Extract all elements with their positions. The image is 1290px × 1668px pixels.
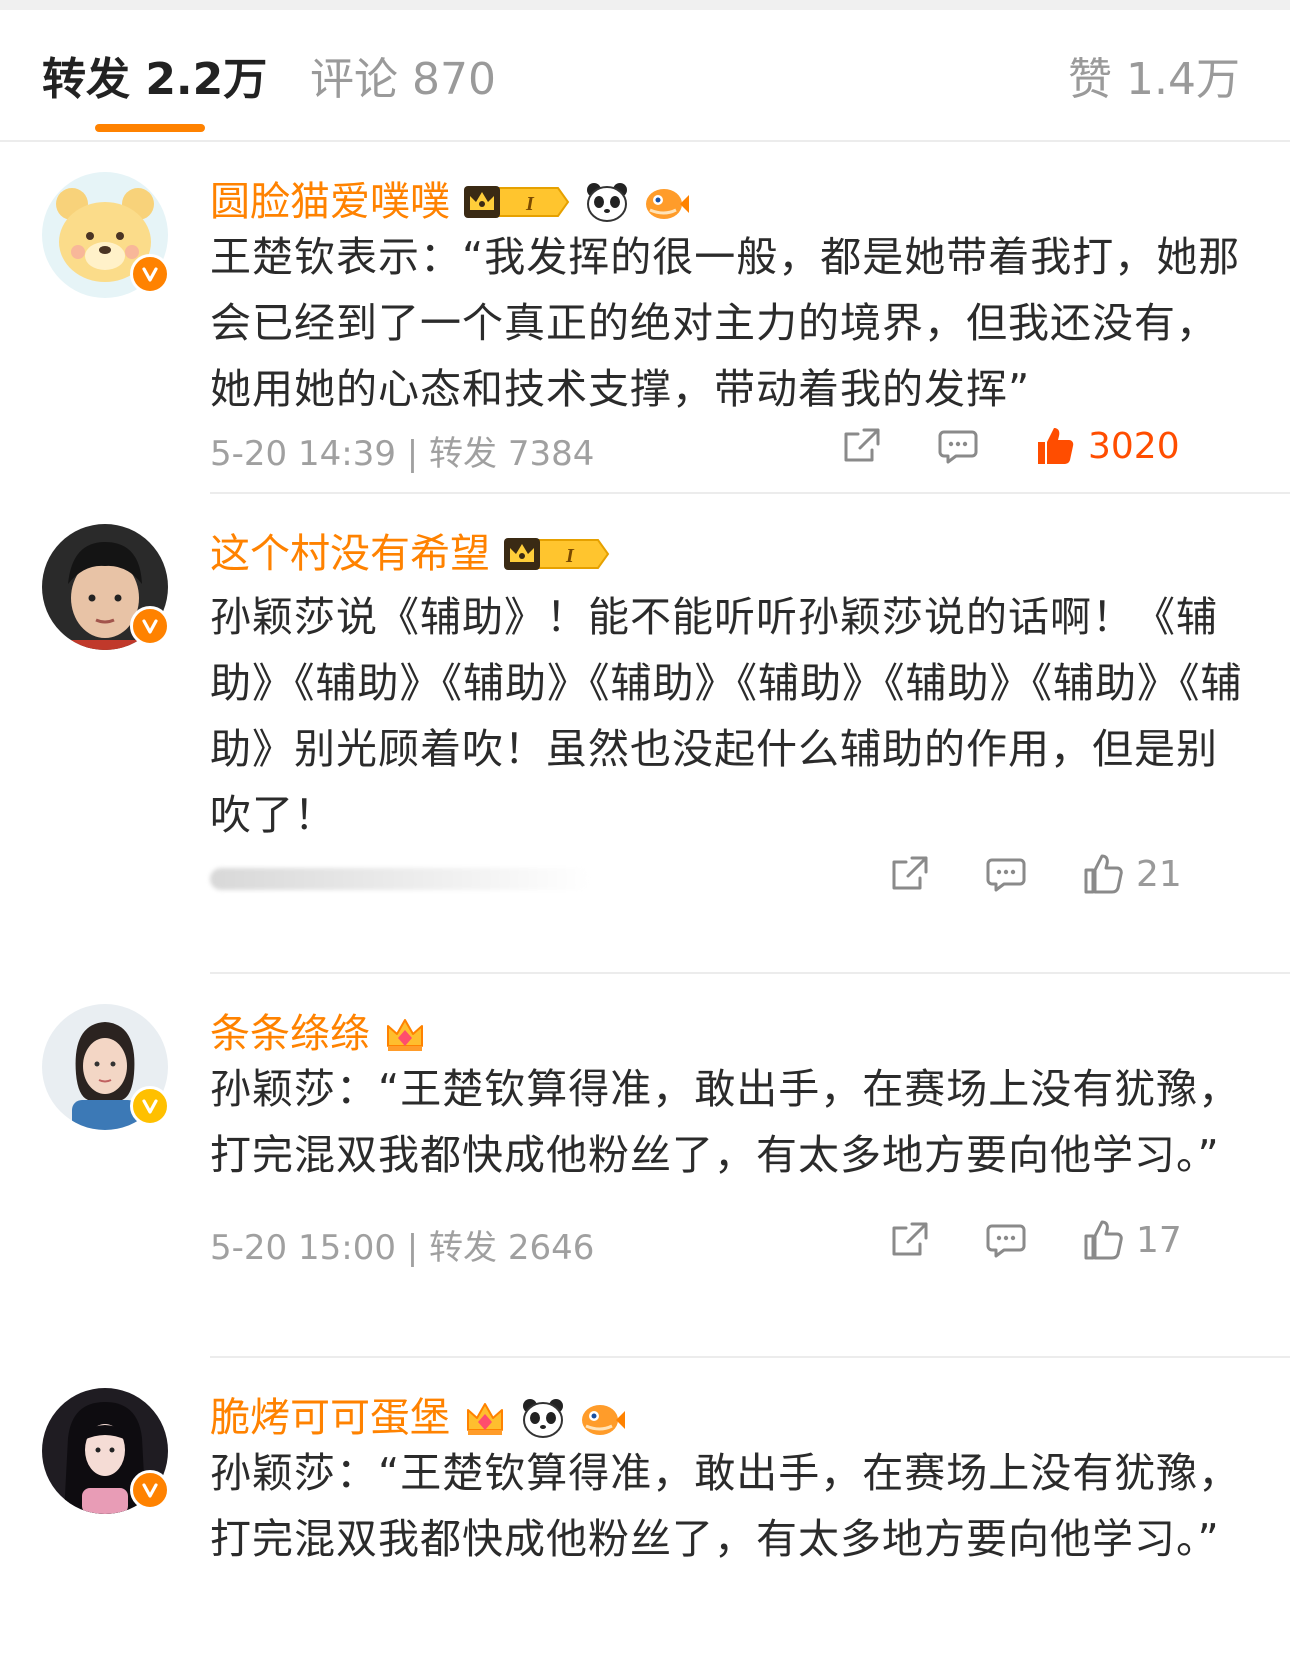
username[interactable]: 脆烤可可蛋堡	[210, 1390, 450, 1446]
comment-meta: 5-20 15:00 | 转发 2646 17	[210, 1212, 1245, 1272]
share-icon	[892, 856, 928, 890]
verified-badge-icon	[130, 254, 170, 294]
reply-button[interactable]	[936, 422, 980, 470]
like-count: 3020	[1088, 425, 1180, 467]
blurred-meta	[210, 868, 590, 890]
like-button[interactable]: 3020	[1032, 422, 1180, 470]
username[interactable]: 这个村没有希望	[210, 526, 490, 582]
panda-icon	[520, 1394, 566, 1442]
comment-meta: 21	[210, 846, 1245, 906]
like-button[interactable]: 21	[1080, 850, 1182, 898]
divider	[210, 972, 1290, 974]
like-button[interactable]: 17	[1080, 1216, 1182, 1264]
comment-text: 孙颖莎：“王楚钦算得准，敢出手，在赛场上没有犹豫，打完混双我都快成他粉丝了，有太…	[210, 1449, 1241, 1563]
status-strip	[0, 0, 1290, 10]
timestamp-repost-count: 5-20 15:00 | 转发 2646	[210, 1228, 595, 1268]
tab-repost[interactable]: 转发 2.2万	[42, 52, 267, 108]
username[interactable]: 条条绦绦	[210, 1006, 370, 1062]
tab-bar: 转发 2.2万 评论 870 赞 1.4万	[0, 10, 1290, 142]
comment-text: 孙颖莎说《辅助》！能不能听听孙颖莎说的话啊！《辅助》《辅助》《辅助》《辅助》《辅…	[210, 593, 1243, 839]
timestamp-repost-count: 5-20 14:39 | 转发 7384	[210, 434, 595, 474]
share-icon	[892, 1222, 928, 1256]
verified-badge-icon	[130, 606, 170, 646]
avatar[interactable]	[42, 1004, 170, 1130]
svg-text:I: I	[525, 193, 535, 215]
share-button[interactable]	[888, 1216, 932, 1264]
avatar[interactable]	[42, 172, 170, 298]
tab-comments[interactable]: 评论 870	[310, 52, 496, 108]
verified-badge-icon	[130, 1470, 170, 1510]
avatar[interactable]	[42, 524, 170, 650]
tab-likes[interactable]: 赞 1.4万	[1068, 52, 1240, 108]
share-button[interactable]	[840, 422, 884, 470]
like-count: 17	[1136, 1219, 1182, 1261]
comment-meta: 5-20 14:39 | 转发 7384 3020	[210, 418, 1245, 478]
comment-icon	[986, 858, 1026, 892]
comment-text: 王楚钦表示：“我发挥的很一般，都是她带着我打，她那会已经到了一个真正的绝对主力的…	[210, 233, 1241, 413]
comment-icon	[986, 1224, 1026, 1258]
reply-button[interactable]	[984, 850, 1028, 898]
like-count: 21	[1136, 853, 1182, 895]
svg-text:I: I	[565, 545, 575, 567]
divider	[210, 492, 1290, 494]
pufferfish-icon	[642, 178, 690, 226]
reply-button[interactable]	[984, 1216, 1028, 1264]
active-tab-indicator	[95, 124, 205, 132]
share-icon	[844, 428, 880, 462]
divider	[210, 1356, 1290, 1358]
share-button[interactable]	[888, 850, 932, 898]
gem-crown-icon[interactable]	[382, 1010, 428, 1058]
thumbs-up-icon	[1084, 1220, 1123, 1260]
comment-text: 孙颖莎：“王楚钦算得准，敢出手，在赛场上没有犹豫，打完混双我都快成他粉丝了，有太…	[210, 1065, 1241, 1179]
vip-crown-level-badge-icon[interactable]: I	[462, 178, 572, 226]
thumbs-up-icon	[1038, 428, 1074, 464]
verified-badge-icon	[130, 1086, 170, 1126]
gem-crown-icon[interactable]	[462, 1394, 508, 1442]
avatar[interactable]	[42, 1388, 170, 1514]
comment-icon	[938, 430, 978, 464]
thumbs-up-icon	[1084, 854, 1123, 894]
username[interactable]: 圆脸猫爱噗噗	[210, 174, 450, 230]
pufferfish-icon	[578, 1394, 626, 1442]
vip-crown-level-badge-icon[interactable]: I	[502, 530, 612, 578]
panda-icon	[584, 178, 630, 226]
